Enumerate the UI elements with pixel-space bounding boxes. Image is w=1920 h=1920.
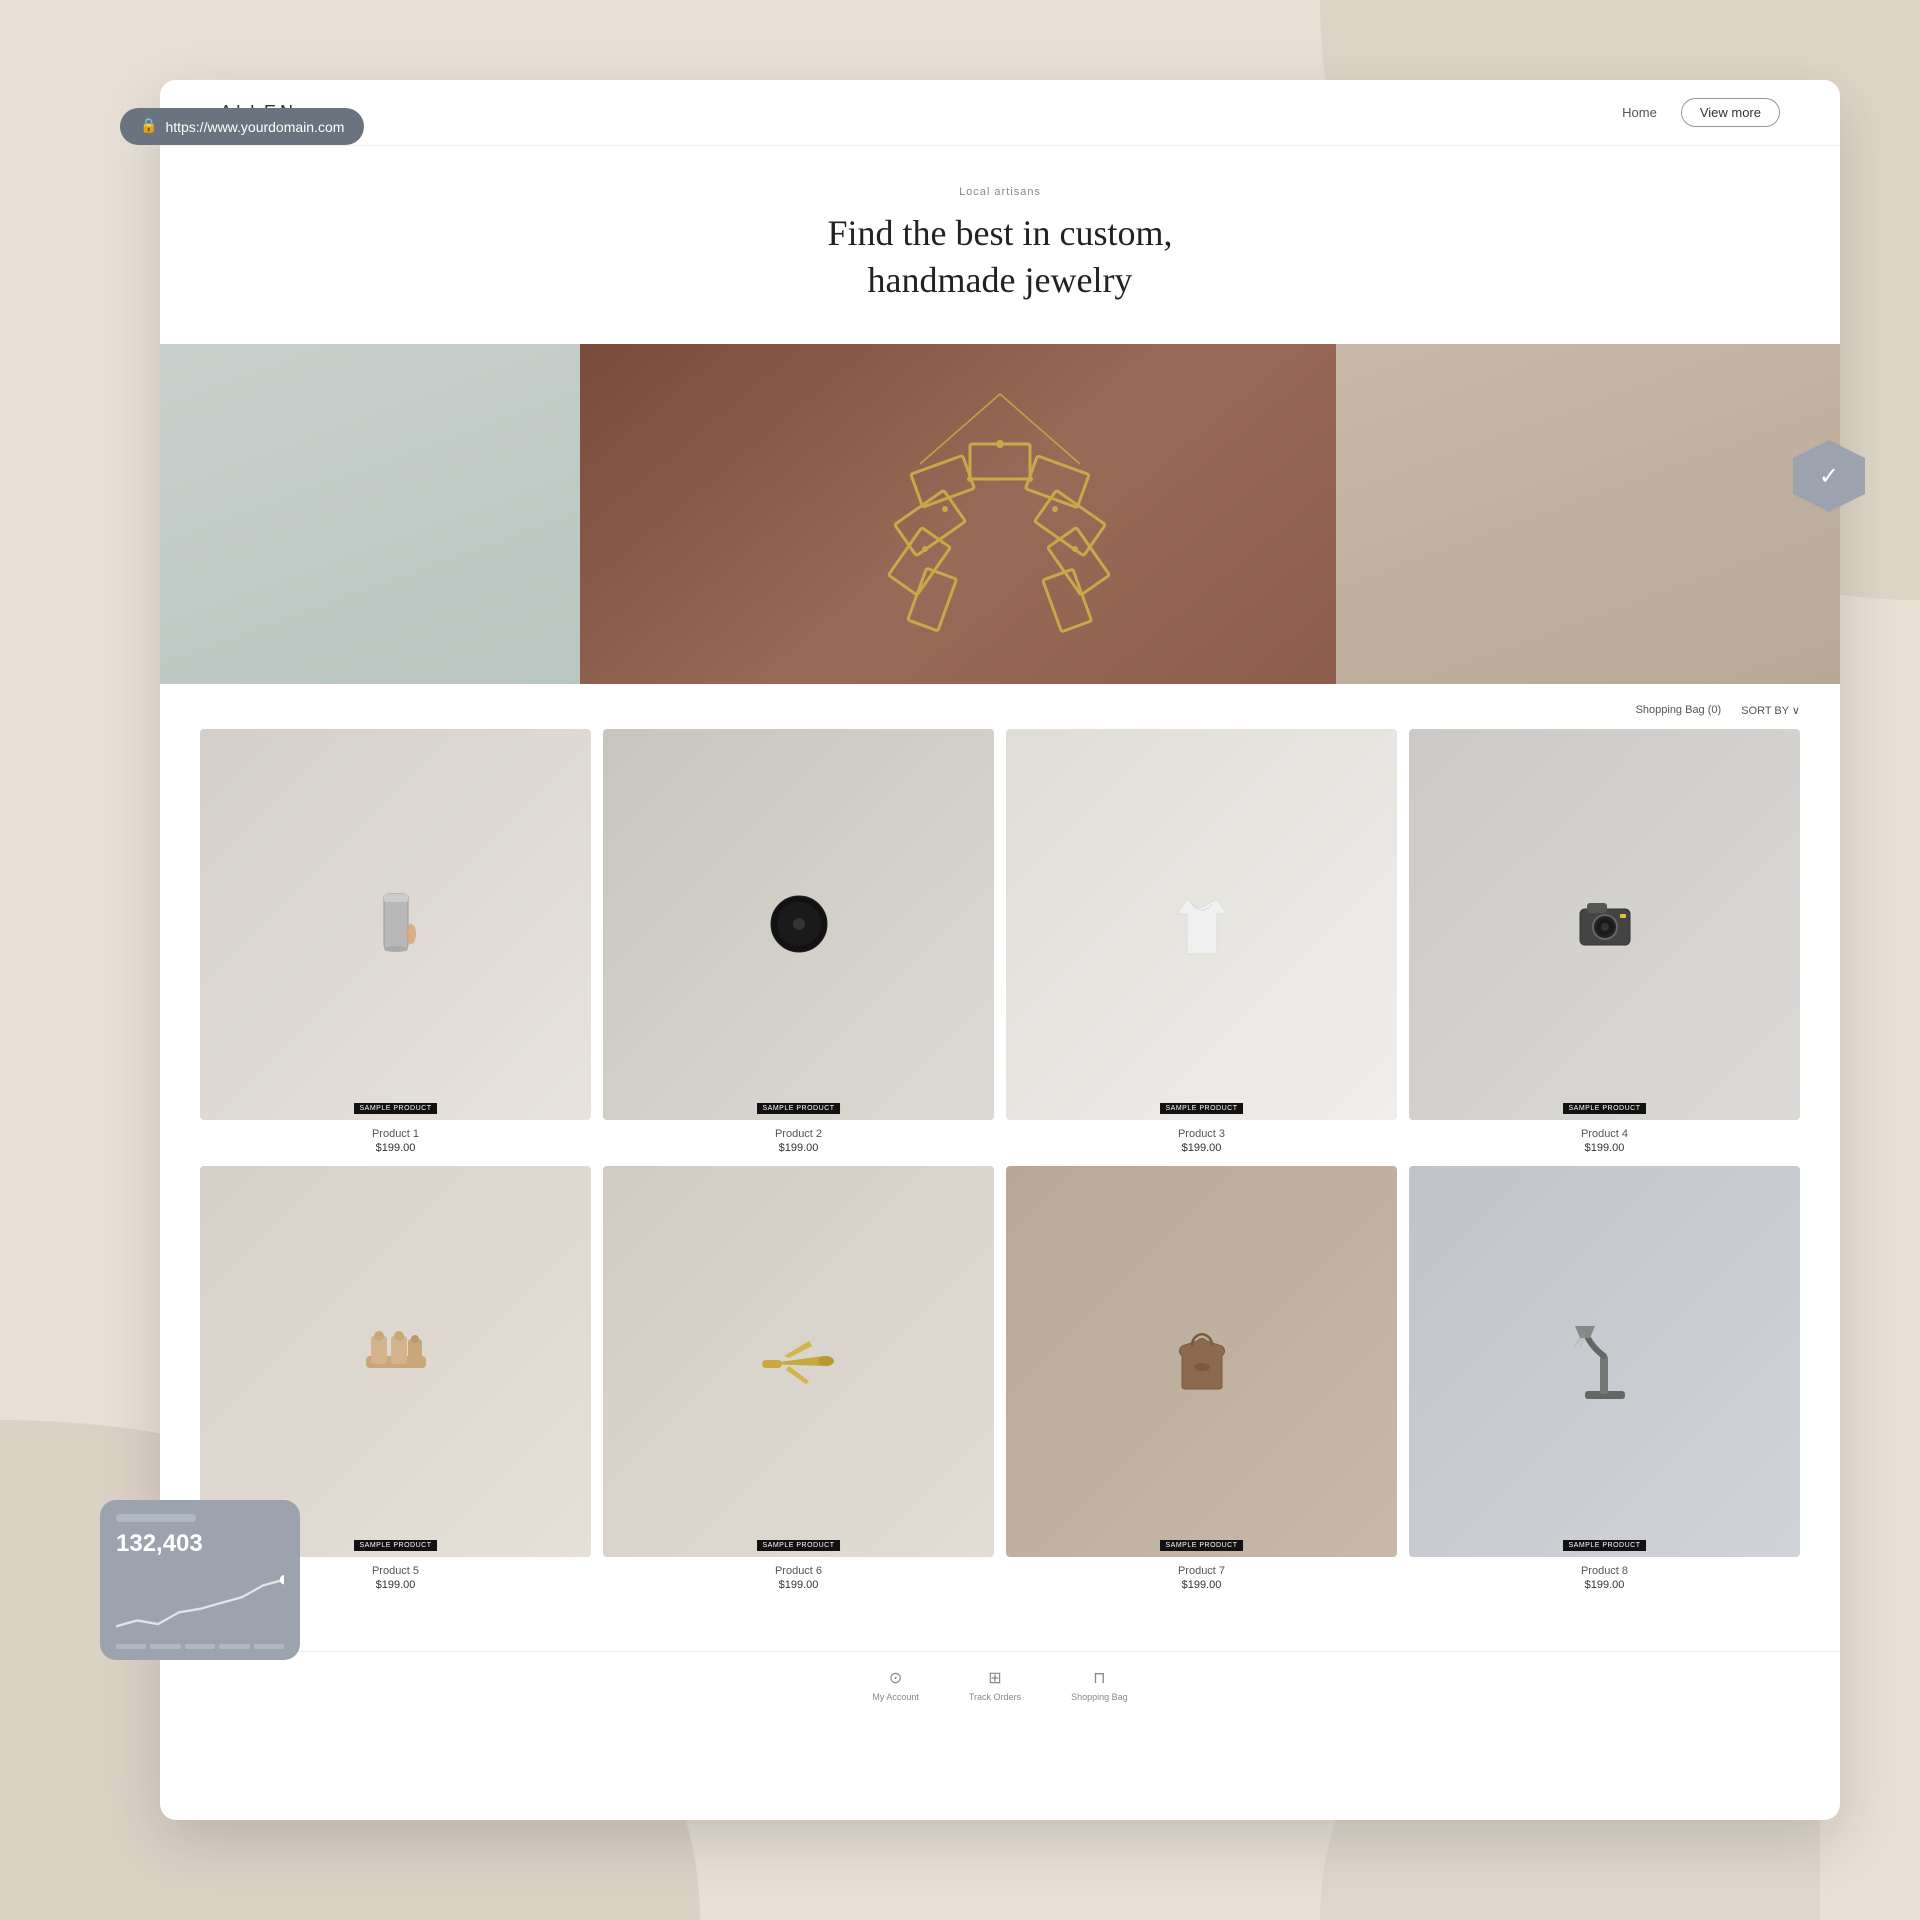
stats-widget: 132,403 [100,1500,300,1660]
footer-nav-item-bag[interactable]: ⊓ Shopping Bag [1071,1668,1128,1702]
product-badge-2: SAMPLE PRODUCT [757,1103,841,1114]
product-price-2: $199.00 [779,1142,819,1154]
hero-title: Find the best in custom,handmade jewelry [180,210,1820,304]
account-icon: ⊙ [889,1668,902,1688]
products-section: Shopping Bag (0) SORT BY ∨ [160,684,1840,1651]
product-image-8[interactable]: SAMPLE PRODUCT [1409,1166,1800,1557]
list-item: SAMPLE PRODUCT Product 4 $199.00 [1409,729,1800,1154]
product-badge-7: SAMPLE PRODUCT [1160,1540,1244,1551]
stats-number: 132,403 [116,1530,284,1558]
product-name-6: Product 6 [775,1565,822,1577]
list-item: SAMPLE PRODUCT Product 2 $199.00 [603,729,994,1154]
sort-by-button[interactable]: SORT BY ∨ [1741,704,1800,717]
product-name-1: Product 1 [372,1128,419,1140]
product-price-3: $199.00 [1182,1142,1222,1154]
hero-subtitle: Local artisans [180,186,1820,198]
product-price-7: $199.00 [1182,1579,1222,1591]
url-text: https://www.yourdomain.com [165,119,344,135]
list-item: SAMPLE PRODUCT Product 6 $199.00 [603,1166,994,1591]
product-badge-4: SAMPLE PRODUCT [1563,1103,1647,1114]
product-name-8: Product 8 [1581,1565,1628,1577]
lock-icon: 🔒 [140,118,157,135]
product-badge-3: SAMPLE PRODUCT [1160,1103,1244,1114]
stats-widget-top-bar [116,1514,196,1522]
stats-bottom-bars [116,1644,284,1649]
list-item: SAMPLE PRODUCT Product 7 $199.00 [1006,1166,1397,1591]
product-image-1[interactable]: SAMPLE PRODUCT [200,729,591,1120]
view-more-button[interactable]: View more [1681,98,1780,127]
stats-chart [116,1568,284,1638]
list-item: SAMPLE PRODUCT Product 8 $199.00 [1409,1166,1800,1591]
footer-account-label: My Account [872,1692,919,1702]
product-name-7: Product 7 [1178,1565,1225,1577]
footer-bag-label: Shopping Bag [1071,1692,1128,1702]
list-item: SAMPLE PRODUCT Product 1 $199.00 [200,729,591,1154]
product-image-3[interactable]: SAMPLE PRODUCT [1006,729,1397,1120]
footer-nav: ⊙ My Account ⊞ Track Orders ⊓ Shopping B… [160,1651,1840,1718]
shopping-bag-label: Shopping Bag (0) [1636,704,1722,716]
necklace-svg [860,384,1140,644]
browser-frame: ALLEN Home View more Local artisans Find… [160,80,1840,1820]
product-badge-8: SAMPLE PRODUCT [1563,1540,1647,1551]
product-badge-1: SAMPLE PRODUCT [354,1103,438,1114]
footer-nav-item-track[interactable]: ⊞ Track Orders [969,1668,1021,1702]
list-item: SAMPLE PRODUCT Product 3 $199.00 [1006,729,1397,1154]
product-name-2: Product 2 [775,1128,822,1140]
navigation: ALLEN Home View more [160,80,1840,146]
product-badge-6: SAMPLE PRODUCT [757,1540,841,1551]
nav-right: Home View more [1622,98,1780,127]
check-icon: ✓ [1819,462,1839,491]
product-price-6: $199.00 [779,1579,819,1591]
footer-nav-item-account[interactable]: ⊙ My Account [872,1668,919,1702]
product-name-3: Product 3 [1178,1128,1225,1140]
products-grid: SAMPLE PRODUCT Product 1 $199.00 [200,729,1800,1591]
product-price-1: $199.00 [376,1142,416,1154]
product-name-4: Product 4 [1581,1128,1628,1140]
product-price-4: $199.00 [1585,1142,1625,1154]
website[interactable]: ALLEN Home View more Local artisans Find… [160,80,1840,1820]
hero-section: Local artisans Find the best in custom,h… [160,146,1840,324]
bag-icon: ⊓ [1093,1668,1105,1688]
hero-image [160,344,1840,684]
products-header: Shopping Bag (0) SORT BY ∨ [200,704,1800,717]
product-image-6[interactable]: SAMPLE PRODUCT [603,1166,994,1557]
product-name-5: Product 5 [372,1565,419,1577]
product-price-5: $199.00 [376,1579,416,1591]
url-bar[interactable]: 🔒 https://www.yourdomain.com [120,108,364,145]
footer-track-label: Track Orders [969,1692,1021,1702]
track-icon: ⊞ [988,1668,1001,1688]
product-badge-5: SAMPLE PRODUCT [354,1540,438,1551]
product-image-2[interactable]: SAMPLE PRODUCT [603,729,994,1120]
nav-home-link[interactable]: Home [1622,105,1657,120]
product-image-7[interactable]: SAMPLE PRODUCT [1006,1166,1397,1557]
product-image-5[interactable]: SAMPLE PRODUCT [200,1166,591,1557]
product-price-8: $199.00 [1585,1579,1625,1591]
product-image-4[interactable]: SAMPLE PRODUCT [1409,729,1800,1120]
